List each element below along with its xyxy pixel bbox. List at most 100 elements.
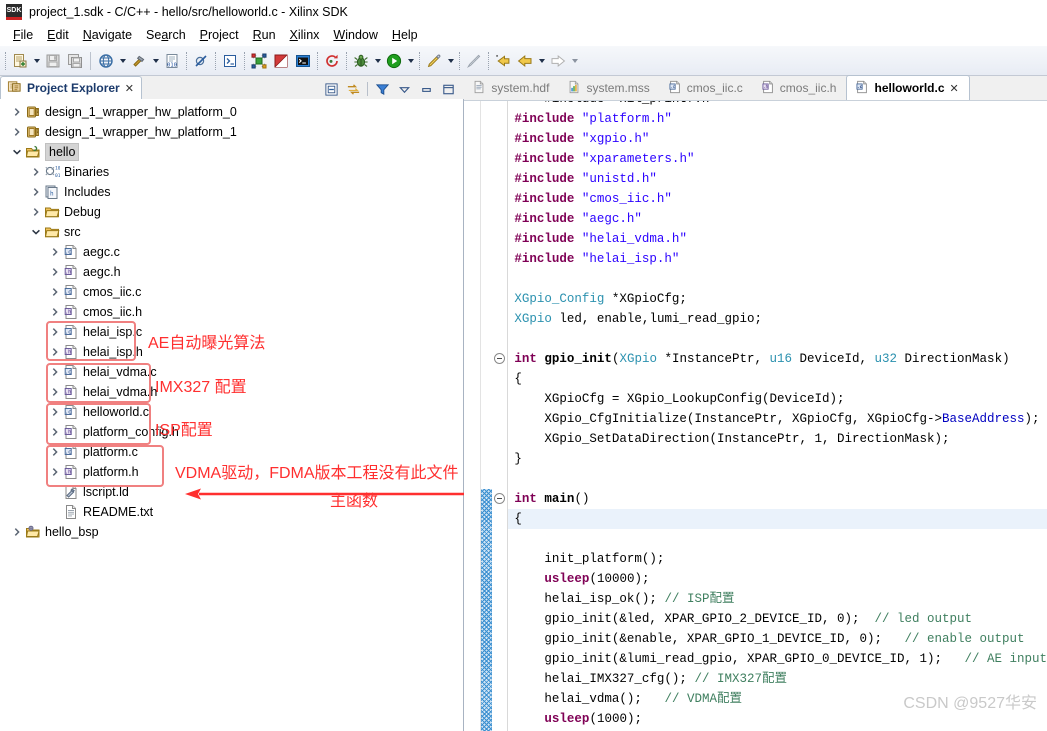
build-hammer-dropdown-icon[interactable] [150, 50, 161, 72]
tree-item[interactable]: design_1_wrapper_hw_platform_1 [0, 122, 463, 142]
debug-dropdown-icon[interactable] [372, 50, 383, 72]
code-line[interactable] [514, 529, 1047, 549]
terminal-icon[interactable] [219, 50, 241, 72]
code-line[interactable]: int gpio_init(XGpio *InstancePtr, u16 De… [514, 349, 1047, 369]
code-line[interactable]: #include "unistd.h" [514, 169, 1047, 189]
close-icon[interactable]: ✕ [125, 82, 134, 95]
chevron-right-icon[interactable] [29, 162, 43, 182]
collapse-all-icon[interactable] [323, 81, 339, 97]
vivado-icon[interactable] [270, 50, 292, 72]
view-toolbar[interactable] [323, 81, 464, 99]
code-line[interactable]: #include "platform.h" [514, 109, 1047, 129]
forward-arrow-dropdown-icon[interactable] [569, 50, 580, 72]
link-with-editor-icon[interactable] [345, 81, 361, 97]
chevron-right-icon[interactable] [48, 422, 62, 442]
skip-breakpoints-icon[interactable] [190, 50, 212, 72]
source-code[interactable]: #include "xil_printf.h"#include "platfor… [508, 101, 1047, 731]
chevron-right-icon[interactable] [10, 102, 24, 122]
tree-item[interactable]: src [0, 222, 463, 242]
code-line[interactable]: { [514, 369, 1047, 389]
chevron-right-icon[interactable] [48, 302, 62, 322]
code-line[interactable]: XGpio led, enable,lumi_read_gpio; [514, 309, 1047, 329]
chevron-down-icon[interactable] [29, 222, 43, 242]
run-icon[interactable] [383, 50, 405, 72]
maximize-icon[interactable] [440, 81, 456, 97]
code-line[interactable]: init_platform(); [514, 549, 1047, 569]
tree-item[interactable]: .h platform.h [0, 462, 463, 482]
sdk-terminal-icon[interactable] [292, 50, 314, 72]
forward-arrow-icon[interactable] [547, 50, 569, 72]
new-file-icon[interactable] [9, 50, 31, 72]
code-line[interactable]: #include "xil_printf.h" [514, 101, 1047, 109]
code-line[interactable] [514, 469, 1047, 489]
refresh-icon[interactable] [321, 50, 343, 72]
code-line[interactable]: helai_vdma(); // VDMA配置 [514, 689, 1047, 709]
debug-bug-icon[interactable] [350, 50, 372, 72]
tree-item[interactable]: .h aegc.h [0, 262, 463, 282]
code-line[interactable]: #include "xgpio.h" [514, 129, 1047, 149]
chevron-right-icon[interactable] [48, 462, 62, 482]
project-tree[interactable]: design_1_wrapper_hw_platform_0 design_1_w… [0, 99, 465, 731]
minimize-icon[interactable] [418, 81, 434, 97]
build-all-icon[interactable] [95, 50, 117, 72]
binary-010-icon[interactable]: 010 [161, 50, 183, 72]
chevron-right-icon[interactable] [48, 342, 62, 362]
ruler-icon[interactable] [463, 50, 485, 72]
chevron-right-icon[interactable] [10, 522, 24, 542]
menu-edit[interactable]: Edit [40, 26, 76, 44]
main-toolbar[interactable]: 010 [0, 46, 1047, 76]
tree-item[interactable]: .h cmos_iic.h [0, 302, 463, 322]
code-line[interactable]: helai_isp_ok(); // ISP配置 [514, 589, 1047, 609]
menu-search[interactable]: Search [139, 26, 193, 44]
chevron-right-icon[interactable] [29, 182, 43, 202]
program-fpga-icon[interactable] [248, 50, 270, 72]
tree-item[interactable]: .c aegc.c [0, 242, 463, 262]
tab-project-explorer[interactable]: Project Explorer ✕ [0, 76, 142, 99]
tree-item[interactable]: .h platform_config.h [0, 422, 463, 442]
code-line[interactable]: gpio_init(&enable, XPAR_GPIO_1_DEVICE_ID… [514, 629, 1047, 649]
external-tools-dropdown-icon[interactable] [445, 50, 456, 72]
tree-item[interactable]: hello [0, 142, 463, 162]
new-file-dropdown-icon[interactable] [31, 50, 42, 72]
code-line[interactable]: #include "cmos_iic.h" [514, 189, 1047, 209]
chevron-right-icon[interactable] [48, 322, 62, 342]
editor-tab-system-mss[interactable]: system.mss [559, 76, 659, 100]
folding-gutter[interactable] [492, 101, 509, 731]
filter-icon[interactable] [374, 81, 390, 97]
chevron-right-icon[interactable] [48, 282, 62, 302]
editor-tab-cmos-iic-c[interactable]: .c cmos_iic.c [660, 76, 753, 100]
code-line[interactable]: XGpioCfg = XGpio_LookupConfig(DeviceId); [514, 389, 1047, 409]
tree-item[interactable]: .h helai_vdma.h [0, 382, 463, 402]
save-icon[interactable] [42, 50, 64, 72]
code-line[interactable]: } [514, 449, 1047, 469]
tree-item[interactable]: .c helai_vdma.c [0, 362, 463, 382]
menu-run[interactable]: Run [246, 26, 283, 44]
fold-collapse-icon[interactable] [494, 493, 506, 504]
menu-xilinx[interactable]: Xilinx [283, 26, 327, 44]
code-line[interactable]: #include "helai_isp.h" [514, 249, 1047, 269]
annotation-gutter[interactable] [464, 101, 482, 731]
code-line[interactable]: XGpio_Config *XGpioCfg; [514, 289, 1047, 309]
chevron-right-icon[interactable] [48, 362, 62, 382]
chevron-right-icon[interactable] [48, 262, 62, 282]
code-line[interactable]: int main() [514, 489, 1047, 509]
code-line[interactable]: usleep(10000); [514, 569, 1047, 589]
build-hammer-icon[interactable] [128, 50, 150, 72]
code-line[interactable]: { [508, 509, 1047, 529]
chevron-right-icon[interactable] [48, 402, 62, 422]
chevron-right-icon[interactable] [48, 442, 62, 462]
tree-item[interactable]: .c platform.c [0, 442, 463, 462]
save-all-icon[interactable] [64, 50, 86, 72]
tree-item[interactable]: .c helai_isp.c [0, 322, 463, 342]
build-all-dropdown-icon[interactable] [117, 50, 128, 72]
menu-bar[interactable]: File Edit Navigate Search Project Run Xilinx Wi… [0, 24, 1047, 46]
tree-item[interactable]: Debug [0, 202, 463, 222]
code-line[interactable]: gpio_init(&lumi_read_gpio, XPAR_GPIO_0_D… [514, 649, 1047, 669]
code-line[interactable] [514, 329, 1047, 349]
menu-project[interactable]: Project [193, 26, 246, 44]
tree-item[interactable]: .h helai_isp.h [0, 342, 463, 362]
code-line[interactable]: #include "xparameters.h" [514, 149, 1047, 169]
fold-collapse-icon[interactable] [494, 353, 506, 364]
menu-file[interactable]: File [6, 26, 40, 44]
tree-item[interactable]: 10 01 Binaries [0, 162, 463, 182]
